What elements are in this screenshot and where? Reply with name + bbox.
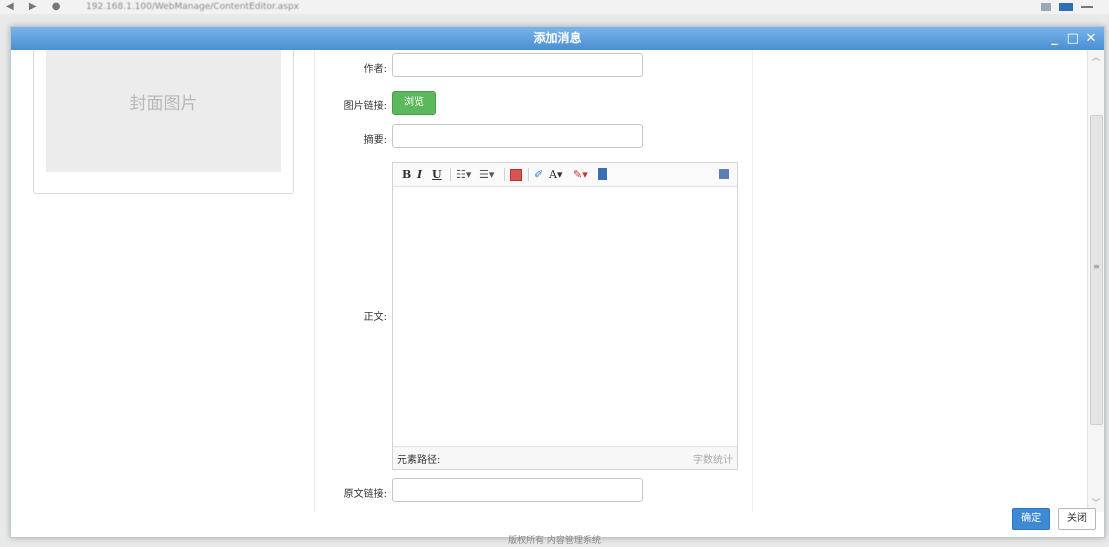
highlight-button[interactable]: ✎▾: [573, 166, 588, 183]
eraser-icon[interactable]: ✐: [534, 166, 543, 183]
author-input[interactable]: [392, 53, 643, 77]
dialog-window-controls: _ □ ✕: [1048, 27, 1098, 50]
dialog-footer: 确定 关闭: [1008, 508, 1096, 530]
summary-label: 摘要:: [363, 135, 387, 146]
font-color-button[interactable]: A▾: [549, 166, 562, 183]
italic-button[interactable]: I: [417, 166, 422, 183]
scrollbar-thumb[interactable]: ≡: [1090, 115, 1103, 425]
editor-body[interactable]: [393, 187, 737, 446]
word-count-label: 字数统计: [693, 455, 733, 466]
source-link-label: 原文链接:: [343, 489, 387, 500]
fullscreen-icon[interactable]: [719, 169, 729, 179]
dialog-title-bar[interactable]: 添加消息 _ □ ✕: [11, 27, 1104, 50]
browse-button[interactable]: 浏览: [392, 91, 436, 115]
ok-button[interactable]: 确定: [1012, 508, 1051, 530]
source-link-input[interactable]: [392, 478, 643, 502]
author-label: 作者:: [363, 64, 387, 75]
browser-bar: ◀ ▶ ● 192.168.1.100/WebManage/ContentEdi…: [0, 0, 1109, 14]
toolbar-separator: [450, 168, 451, 181]
element-path-label: 元素路径:: [397, 455, 441, 466]
scroll-up-icon[interactable]: ︿: [1088, 50, 1104, 66]
body-label: 正文:: [363, 312, 387, 323]
bold-button[interactable]: B: [402, 166, 411, 183]
add-message-dialog: 添加消息 _ □ ✕ 封面图片 作者: 图片链接: 浏览 摘要: 正文: B I…: [10, 26, 1105, 538]
toolbar-separator: [528, 168, 529, 181]
close-button[interactable]: 关闭: [1058, 508, 1096, 530]
summary-input[interactable]: [392, 124, 643, 148]
message-form: 作者: 图片链接: 浏览 摘要: 正文: B I U ☷▾ ☰▾ ✐ A▾ ✎▾…: [314, 50, 753, 512]
ordered-list-button[interactable]: ☷▾: [456, 166, 471, 183]
editor-toolbar: B I U ☷▾ ☰▾ ✐ A▾ ✎▾: [393, 163, 737, 187]
unordered-list-button[interactable]: ☰▾: [479, 166, 494, 183]
dialog-title: 添加消息: [533, 31, 582, 45]
rich-text-editor: B I U ☷▾ ☰▾ ✐ A▾ ✎▾ 元素路径: 字数统计: [392, 162, 738, 470]
browser-menu-icon[interactable]: [1081, 6, 1093, 8]
minimize-icon[interactable]: _: [1048, 27, 1062, 50]
close-icon[interactable]: ✕: [1084, 27, 1098, 50]
cover-card: 封面图片: [33, 50, 294, 194]
browser-url[interactable]: 192.168.1.100/WebManage/ContentEditor.as…: [86, 2, 299, 12]
page-footer-text: 版权所有 内容管理系统: [508, 536, 601, 546]
image-link-label: 图片链接:: [343, 101, 387, 112]
underline-button[interactable]: U: [432, 166, 442, 183]
insert-image-icon[interactable]: [510, 169, 522, 181]
browser-nav-icons[interactable]: ◀ ▶ ●: [6, 1, 66, 12]
toolbar-separator: [504, 168, 505, 181]
scroll-grip-icon: ≡: [1093, 262, 1100, 271]
browser-window-controls: [1041, 0, 1101, 14]
cover-image-placeholder[interactable]: 封面图片: [46, 50, 281, 172]
save-icon[interactable]: [598, 168, 607, 180]
maximize-icon[interactable]: □: [1066, 27, 1080, 50]
content-scrollbar[interactable]: ︿ ≡ ﹀: [1087, 50, 1104, 512]
dialog-content: 封面图片 作者: 图片链接: 浏览 摘要: 正文: B I U ☷▾ ☰▾ ✐ …: [11, 50, 1088, 512]
browser-user-icon[interactable]: [1059, 3, 1073, 11]
browser-icon[interactable]: [1041, 3, 1051, 11]
editor-statusbar: 元素路径: 字数统计: [393, 446, 737, 469]
